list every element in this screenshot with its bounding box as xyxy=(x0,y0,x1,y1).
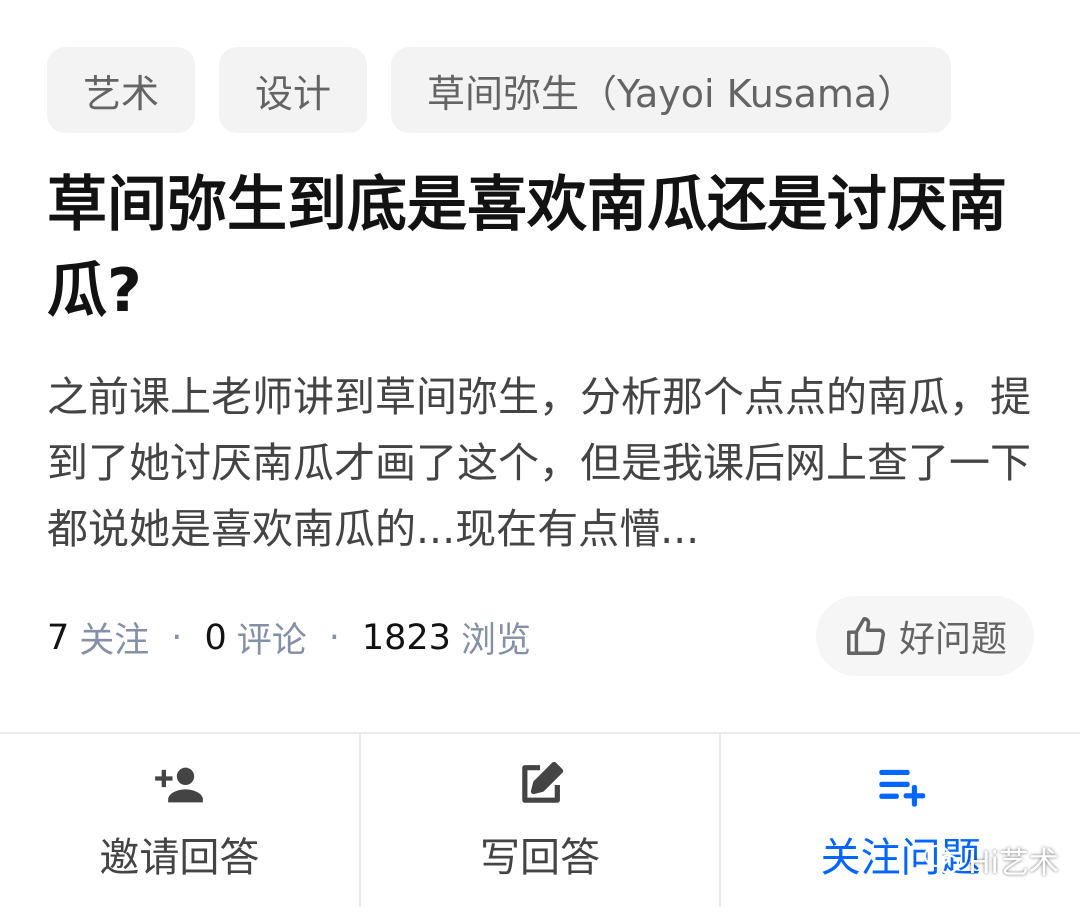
thumbs-up-icon xyxy=(847,617,885,655)
follow-count: 7 xyxy=(47,617,70,658)
question-stats: 7 关注 · 0 评论 · 1823 浏览 xyxy=(47,612,531,663)
wechat-icon xyxy=(923,844,960,874)
topic-tag-yayoi-kusama[interactable]: 草间弥生（Yayoi Kusama） xyxy=(391,47,952,133)
stats-separator: · xyxy=(328,617,340,658)
follow-label: 关注 xyxy=(79,621,150,661)
watermark: Hi艺术 xyxy=(922,838,1059,882)
invite-answer-button[interactable]: 邀请回答 xyxy=(0,734,361,907)
bottom-action-bar: 邀请回答 写回答 关注问题 xyxy=(0,732,1080,907)
topic-tag-art[interactable]: 艺术 xyxy=(47,47,196,133)
topic-tag-design[interactable]: 设计 xyxy=(219,47,368,133)
question-excerpt[interactable]: 之前课上老师讲到草间弥生，分析那个点点的南瓜，提到了她讨厌南瓜才画了这个，但是我… xyxy=(47,364,1037,562)
playlist-add-icon xyxy=(879,769,925,807)
comment-label[interactable]: 评论 xyxy=(237,612,307,663)
add-person-icon xyxy=(155,767,204,802)
view-label: 浏览 xyxy=(460,621,531,661)
good-question-label: 好问题 xyxy=(898,619,1007,660)
invite-answer-label: 邀请回答 xyxy=(99,834,260,881)
good-question-button[interactable]: 好问题 xyxy=(816,596,1034,676)
write-answer-button[interactable]: 写回答 xyxy=(361,734,722,907)
stats-separator: · xyxy=(171,617,183,658)
question-title[interactable]: 草间弥生到底是喜欢南瓜还是讨厌南瓜? xyxy=(47,162,1037,334)
write-answer-label: 写回答 xyxy=(480,834,600,881)
watermark-text: Hi艺术 xyxy=(968,846,1059,881)
comment-count: 0 xyxy=(204,617,227,658)
edit-icon xyxy=(522,761,564,803)
view-count: 1823 xyxy=(361,617,451,658)
topic-tags: 艺术 设计 草间弥生（Yayoi Kusama） xyxy=(47,47,952,133)
